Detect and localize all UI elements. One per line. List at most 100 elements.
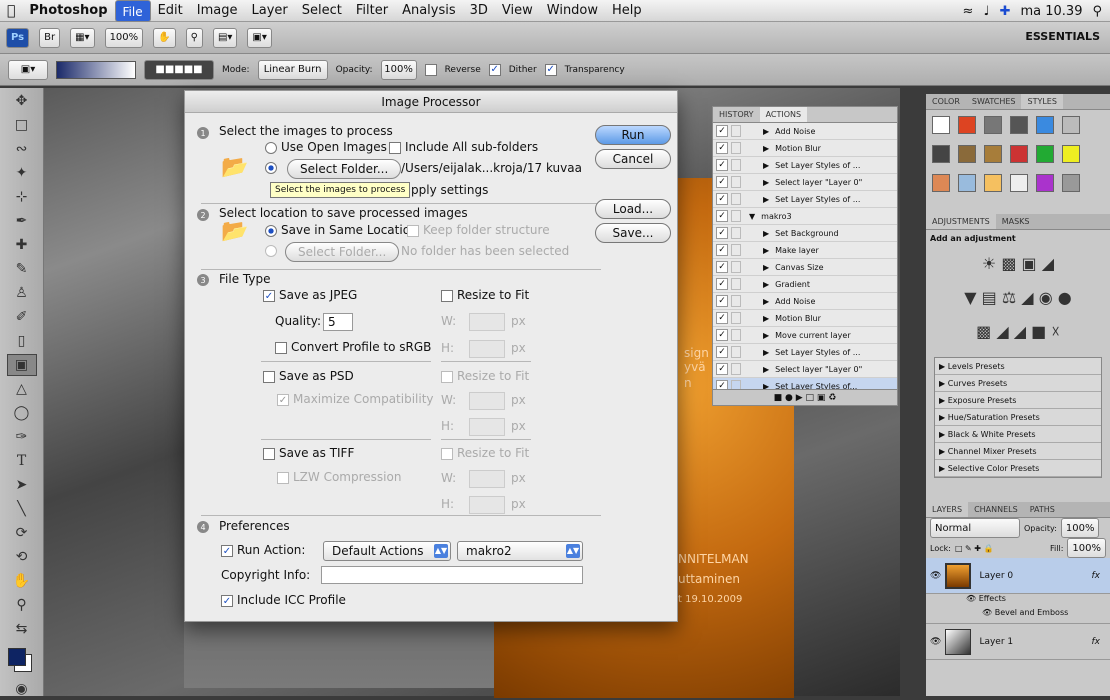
action-row[interactable]: ✓ ▶ Set Layer Styles of ...: [713, 157, 897, 174]
select-folder-button-2[interactable]: Select Folder...: [285, 242, 400, 262]
3d-rotate-icon[interactable]: ⟳: [7, 522, 37, 544]
play-triangle-icon[interactable]: ▶: [763, 246, 769, 255]
swap-colors-icon[interactable]: ⇆: [7, 618, 37, 640]
save-folder-radio[interactable]: [265, 245, 277, 257]
convert-srgb-checkbox[interactable]: [275, 342, 287, 354]
bevel-row[interactable]: 👁 Bevel and Emboss: [926, 608, 1110, 624]
play-triangle-icon[interactable]: ▶: [763, 144, 769, 153]
action-row[interactable]: ✓ ▶ Select layer "Layer 0": [713, 361, 897, 378]
gradient-tool-preset[interactable]: ▣▾: [8, 59, 48, 80]
select-folder-radio[interactable]: [265, 162, 277, 174]
type-tool-icon[interactable]: T: [7, 450, 37, 472]
dialog-toggle-box[interactable]: [731, 159, 741, 171]
action-row[interactable]: ✓ ▶ Select layer "Layer 0": [713, 174, 897, 191]
zoom-tool-icon[interactable]: ⚲: [185, 27, 203, 48]
tab-layers[interactable]: LAYERS: [926, 502, 969, 517]
menu-app[interactable]: Photoshop: [22, 0, 114, 22]
dialog-toggle-box[interactable]: [731, 346, 741, 358]
styles-grid[interactable]: [926, 110, 1110, 214]
preset-exposure[interactable]: ▶ Exposure Presets: [935, 392, 1101, 409]
hand-tool-icon[interactable]: ✋: [7, 570, 37, 592]
toggle-checkbox[interactable]: ✓: [716, 312, 728, 324]
menu-analysis[interactable]: Analysis: [395, 0, 463, 22]
dodge-tool-icon[interactable]: ◯: [7, 402, 37, 424]
opacity-input[interactable]: 100%: [380, 59, 417, 80]
style-swatch[interactable]: [984, 174, 1002, 192]
save-settings-button[interactable]: Save...: [595, 223, 671, 243]
blend-mode-select[interactable]: Normal: [930, 518, 1020, 538]
history-brush-icon[interactable]: ✐: [7, 306, 37, 328]
menu-3d[interactable]: 3D: [463, 0, 495, 22]
dialog-toggle-box[interactable]: [731, 295, 741, 307]
tab-masks[interactable]: MASKS: [996, 214, 1036, 229]
lasso-tool-icon[interactable]: ∾: [7, 138, 37, 160]
arrange-documents-button[interactable]: ▤▾: [212, 27, 238, 48]
dialog-toggle-box[interactable]: [731, 329, 741, 341]
action-row[interactable]: ✓ ▼ makro3: [713, 208, 897, 225]
play-triangle-icon[interactable]: ▶: [763, 263, 769, 272]
3d-orbit-icon[interactable]: ⟲: [7, 546, 37, 568]
menu-window[interactable]: Window: [540, 0, 605, 22]
reverse-checkbox[interactable]: [424, 63, 437, 76]
lzw-checkbox[interactable]: [277, 472, 289, 484]
gradient-picker[interactable]: [56, 60, 136, 79]
dialog-toggle-box[interactable]: [731, 193, 741, 205]
use-open-images-radio[interactable]: [265, 142, 277, 154]
play-triangle-icon[interactable]: ▶: [763, 365, 769, 374]
adjustment-icons[interactable]: ☀ ▩ ▣ ◢ ▼ ▤ ⚖ ◢ ◉ ● ▩ ◢ ◢ ■ ☓: [926, 247, 1110, 357]
transparency-checkbox[interactable]: ✓: [544, 63, 557, 76]
effects-row[interactable]: 👁 Effects: [926, 594, 1110, 608]
run-button[interactable]: Run: [595, 125, 671, 145]
style-swatch[interactable]: [1010, 116, 1028, 134]
resize-jpeg-checkbox[interactable]: [441, 290, 453, 302]
toggle-checkbox[interactable]: ✓: [716, 227, 728, 239]
clone-stamp-icon[interactable]: ♙: [7, 282, 37, 304]
action-row[interactable]: ✓ ▶ Gradient: [713, 276, 897, 293]
save-psd-checkbox[interactable]: [263, 371, 275, 383]
toggle-checkbox[interactable]: ✓: [716, 210, 728, 222]
toggle-checkbox[interactable]: ✓: [716, 125, 728, 137]
fill-input[interactable]: 100%: [1067, 538, 1106, 558]
line-tool-icon[interactable]: ╲: [7, 498, 37, 520]
style-swatch[interactable]: [1010, 145, 1028, 163]
style-swatch[interactable]: [1036, 116, 1054, 134]
dialog-toggle-box[interactable]: [731, 125, 741, 137]
style-swatch[interactable]: [984, 145, 1002, 163]
style-swatch[interactable]: [1062, 145, 1080, 163]
path-selection-icon[interactable]: ➤: [7, 474, 37, 496]
dialog-toggle-box[interactable]: [731, 176, 741, 188]
eyedropper-icon[interactable]: ✒: [7, 210, 37, 232]
run-action-checkbox[interactable]: ✓: [221, 545, 233, 557]
tab-history[interactable]: HISTORY: [713, 107, 760, 122]
gradient-tool-icon[interactable]: ▣: [6, 354, 37, 376]
style-swatch[interactable]: [984, 116, 1002, 134]
spotlight-icon[interactable]: ⚲: [1092, 4, 1102, 19]
style-swatch[interactable]: [1062, 116, 1080, 134]
menu-help[interactable]: Help: [605, 0, 649, 22]
dither-checkbox[interactable]: ✓: [488, 63, 501, 76]
menu-image[interactable]: Image: [190, 0, 245, 22]
menu-filter[interactable]: Filter: [349, 0, 395, 22]
quality-input[interactable]: 5: [323, 313, 353, 331]
action-row[interactable]: ✓ ▶ Add Noise: [713, 123, 897, 140]
toggle-checkbox[interactable]: ✓: [716, 295, 728, 307]
cancel-button[interactable]: Cancel: [595, 149, 671, 169]
blur-tool-icon[interactable]: △: [7, 378, 37, 400]
menu-layer[interactable]: Layer: [245, 0, 295, 22]
toggle-checkbox[interactable]: ✓: [716, 346, 728, 358]
tab-styles[interactable]: STYLES: [1021, 94, 1063, 109]
save-tiff-checkbox[interactable]: [263, 448, 275, 460]
play-triangle-icon[interactable]: ▶: [763, 178, 769, 187]
style-swatch[interactable]: [1036, 174, 1054, 192]
layer-opacity-input[interactable]: 100%: [1060, 518, 1100, 538]
tiff-w-input[interactable]: [469, 470, 505, 488]
play-triangle-icon[interactable]: ▶: [763, 127, 769, 136]
action-row[interactable]: ✓ ▶ Move current layer: [713, 327, 897, 344]
dialog-toggle-box[interactable]: [731, 210, 741, 222]
toggle-checkbox[interactable]: ✓: [716, 142, 728, 154]
action-row[interactable]: ✓ ▶ Set Background: [713, 225, 897, 242]
toggle-checkbox[interactable]: ✓: [716, 176, 728, 188]
dialog-toggle-box[interactable]: [731, 227, 741, 239]
play-triangle-icon[interactable]: ▶: [763, 331, 769, 340]
save-same-location-radio[interactable]: [265, 225, 277, 237]
